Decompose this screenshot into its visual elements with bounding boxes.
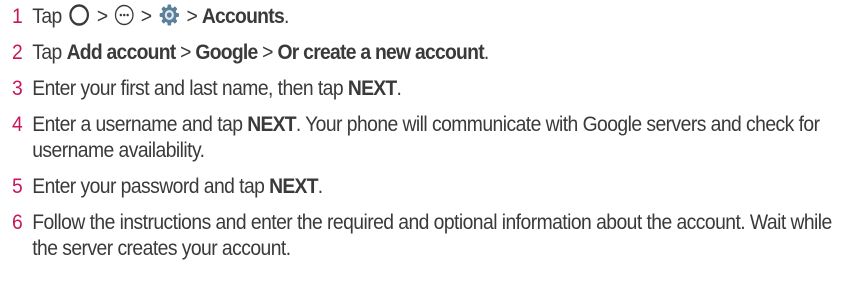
separator: > [186,5,198,28]
next-label: NEXT [347,77,397,100]
step-number: 5 [12,175,23,198]
step-3: 3 Enter your first and last name, then t… [12,76,849,102]
google-label: Google [195,41,258,64]
settings-gear-icon [158,3,180,27]
step-text-body: Follow the instructions and enter the re… [32,211,832,260]
step-text: Enter your first and last name, then tap… [32,76,849,102]
separator: > [96,5,108,28]
next-label: NEXT [247,113,296,136]
apps-icon [114,4,134,26]
create-account-label: Or create a new account [277,41,484,64]
step-text-tap: Tap [32,41,62,64]
step-number: 4 [12,113,23,136]
step-end: . [283,5,289,28]
step-text: Tap Add account > Google > Or create a new a… [32,40,849,66]
step-text-body: Enter your password and tap [32,175,265,198]
step-text: Enter your password and tap NEXT. [32,174,849,200]
step-number: 3 [12,77,23,100]
separator: > [180,41,191,64]
instructions-page: 1 Tap > > > Accounts. 2 Tap Add account … [0,0,863,298]
step-end: . [317,175,323,198]
add-account-label: Add account [66,41,177,64]
next-label: NEXT [269,175,318,198]
steps-list: 1 Tap > > > Accounts. 2 Tap Add account … [12,4,849,262]
accounts-label: Accounts [201,5,285,28]
separator: > [140,5,152,28]
step-number: 1 [12,5,23,28]
step-5: 5 Enter your password and tap NEXT. [12,174,849,200]
separator: > [262,41,273,64]
step-text: Enter a username and tap NEXT. Your phon… [32,112,849,164]
step-end: . [396,77,402,100]
step-4: 4 Enter a username and tap NEXT. Your ph… [12,112,849,164]
step-6: 6 Follow the instructions and enter the … [12,210,849,262]
step-text-tap: Tap [32,5,62,28]
step-number: 6 [12,211,23,234]
home-circle-icon [68,3,90,27]
step-text-body: Enter a username and tap [32,113,243,136]
step-text-body: Enter your first and last name, then tap [32,77,344,100]
step-text: Tap > > > Accounts. [32,4,849,30]
step-2: 2 Tap Add account > Google > Or create a new… [12,40,849,66]
step-1: 1 Tap > > > Accounts. [12,4,849,30]
step-end: . [483,41,489,64]
step-number: 2 [12,41,23,64]
